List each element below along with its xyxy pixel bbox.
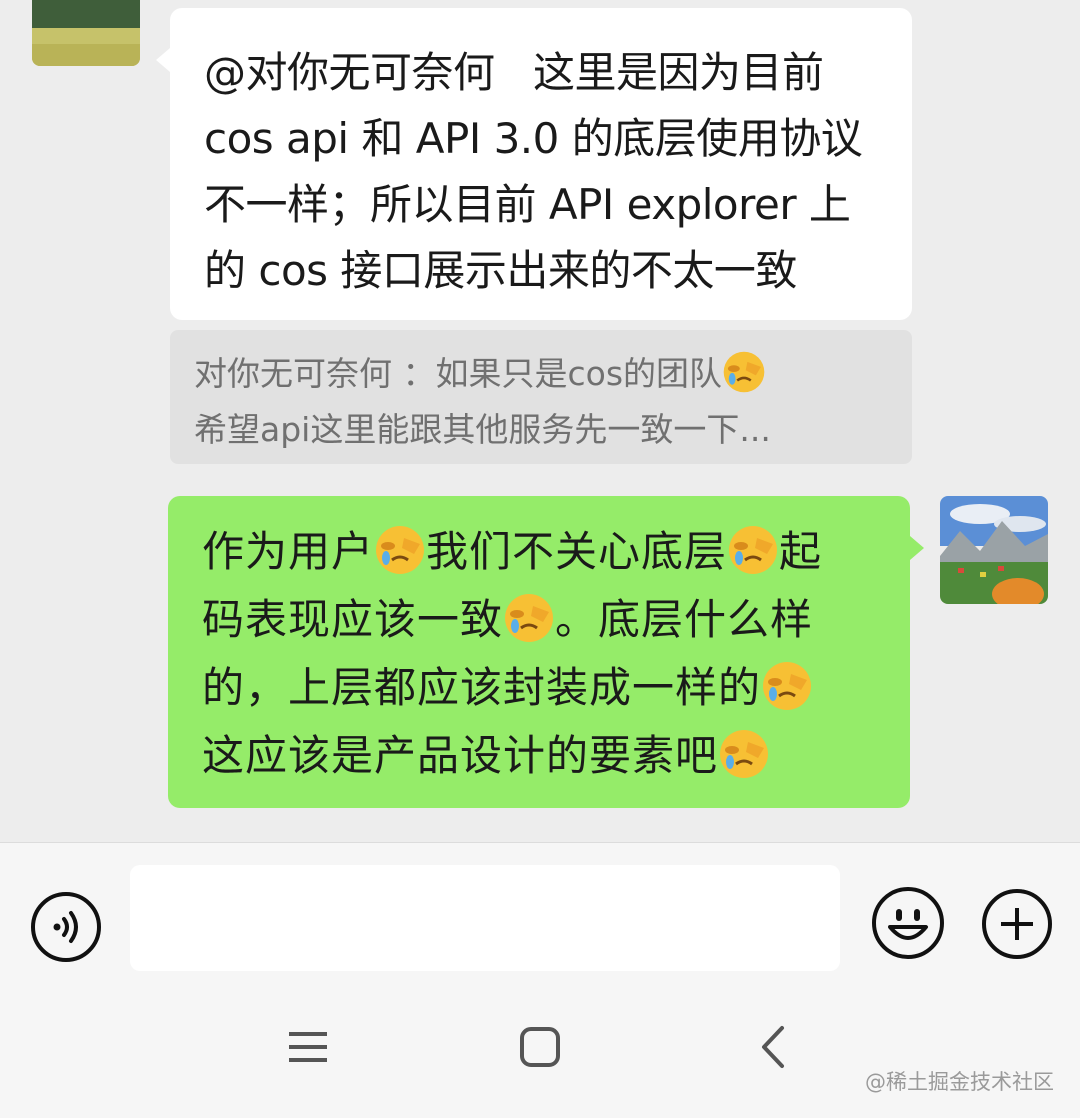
face-palm-crying-emoji-icon: [374, 524, 426, 576]
incoming-message-bubble[interactable]: @对你无可奈何 这里是因为目前 cos api 和 API 3.0 的底层使用协…: [156, 8, 912, 320]
chat-input-bar: [0, 842, 1080, 993]
message-input[interactable]: [130, 865, 840, 971]
my-avatar[interactable]: [940, 496, 1048, 604]
outgoing-message-bubble[interactable]: 作为用户 我们不关心底层起 码表现应该一致 。底层什么样 的，上层都应该封装成一样的…: [168, 496, 924, 808]
face-palm-crying-emoji-icon: [722, 350, 766, 394]
face-palm-crying-emoji-icon: [727, 524, 779, 576]
plus-icon[interactable]: [980, 887, 1054, 961]
system-navigation-bar: [0, 992, 1080, 1118]
back-icon[interactable]: [750, 1022, 800, 1072]
contact-avatar[interactable]: [32, 0, 140, 66]
outgoing-message-text: 作为用户 我们不关心底层起 码表现应该一致 。底层什么样 的，上层都应该封装成一样的…: [202, 518, 890, 790]
landscape-avatar-image: [32, 0, 140, 66]
home-icon[interactable]: [515, 1022, 565, 1072]
quoted-message[interactable]: 对你无可奈何 ：如果只是cos的团队 希望api这里能跟其他服务先一致一下...: [170, 330, 912, 464]
incoming-message-text: @对你无可奈何 这里是因为目前 cos api 和 API 3.0 的底层使用协…: [204, 48, 863, 295]
menu-icon[interactable]: [283, 1022, 333, 1072]
quoted-message-text: 对你无可奈何 ：如果只是cos的团队 希望api这里能跟其他服务先一致一下...: [194, 346, 892, 458]
face-palm-crying-emoji-icon: [503, 592, 555, 644]
face-palm-crying-emoji-icon: [761, 660, 813, 712]
face-palm-crying-emoji-icon: [718, 728, 770, 780]
emoji-icon[interactable]: [870, 885, 946, 961]
watermark: @稀土掘金技术社区: [865, 1070, 1054, 1094]
voice-icon[interactable]: [30, 891, 102, 963]
mountain-avatar-image: [940, 496, 1048, 604]
